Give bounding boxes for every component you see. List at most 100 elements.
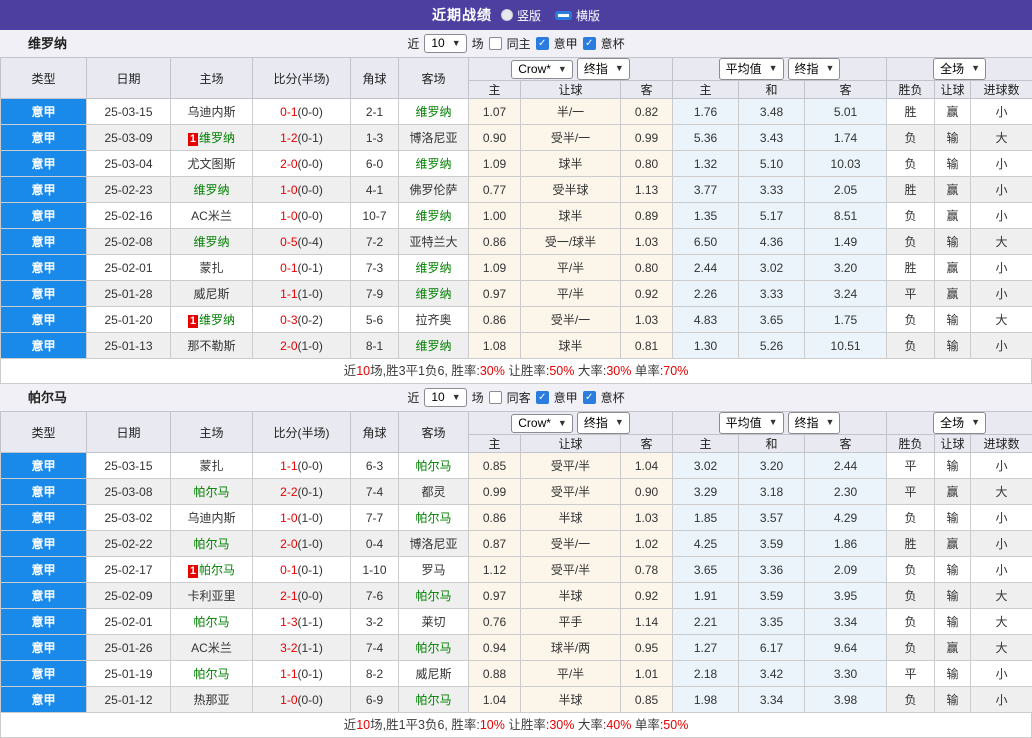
cell-home: 维罗纳 bbox=[171, 229, 253, 255]
cell-date: 25-02-01 bbox=[87, 609, 171, 635]
italy-cup-checkbox[interactable]: ✓ bbox=[583, 37, 596, 50]
average-select[interactable]: 平均值▼ bbox=[719, 412, 784, 434]
cell-handicap-result: 赢 bbox=[935, 255, 971, 281]
cell-handicap: 受半/一 bbox=[521, 307, 621, 333]
cell-avg-home: 3.29 bbox=[673, 479, 739, 505]
same-venue-checkbox[interactable] bbox=[489, 37, 502, 50]
cell-home: 乌迪内斯 bbox=[171, 505, 253, 531]
radio-selected-icon[interactable] bbox=[555, 11, 572, 20]
cell-away: 帕尔马 bbox=[399, 583, 469, 609]
cell-avg-away: 9.64 bbox=[805, 635, 887, 661]
summary-segment: 场,胜3平1负6, 胜率: bbox=[370, 364, 480, 378]
cell-score: 2-2(0-1) bbox=[253, 479, 351, 505]
cell-home: 帕尔马 bbox=[171, 609, 253, 635]
cell-corner: 1-3 bbox=[351, 125, 399, 151]
bookmaker-select[interactable]: Crow*▼ bbox=[511, 60, 573, 79]
cell-corner: 1-10 bbox=[351, 557, 399, 583]
cell-handicap-result: 输 bbox=[935, 661, 971, 687]
horizontal-layout-radio[interactable]: 横版 bbox=[555, 7, 600, 24]
cell-league: 意甲 bbox=[1, 609, 87, 635]
summary-segment: 50% bbox=[663, 718, 688, 732]
cell-result: 负 bbox=[887, 609, 935, 635]
cell-odds-away: 1.13 bbox=[621, 177, 673, 203]
cell-odds-home: 1.07 bbox=[469, 99, 521, 125]
summary-segment: 近 bbox=[344, 718, 357, 732]
vertical-layout-radio[interactable]: 竖版 bbox=[501, 7, 541, 24]
summary-segment: 单率: bbox=[631, 364, 663, 378]
chevron-down-icon: ▼ bbox=[452, 393, 461, 402]
cell-handicap-result: 输 bbox=[935, 229, 971, 255]
cell-odds-home: 0.97 bbox=[469, 583, 521, 609]
cell-odds-away: 1.04 bbox=[621, 453, 673, 479]
match-row: 意甲25-03-04尤文图斯2-0(0-0)6-0维罗纳1.09球半0.801.… bbox=[1, 151, 1032, 177]
cell-odds-home: 0.86 bbox=[469, 229, 521, 255]
cell-avg-away: 3.95 bbox=[805, 583, 887, 609]
odds-time-select[interactable]: 终指▼ bbox=[577, 412, 630, 434]
cell-date: 25-03-15 bbox=[87, 99, 171, 125]
cell-avg-home: 1.85 bbox=[673, 505, 739, 531]
match-row: 意甲25-03-091维罗纳1-2(0-1)1-3博洛尼亚0.90受半/一0.9… bbox=[1, 125, 1032, 151]
serie-a-checkbox[interactable]: ✓ bbox=[536, 37, 549, 50]
cell-odds-home: 0.85 bbox=[469, 453, 521, 479]
vertical-layout-label: 竖版 bbox=[517, 7, 541, 24]
match-row: 意甲25-03-02乌迪内斯1-0(1-0)7-7帕尔马0.86半球1.031.… bbox=[1, 505, 1032, 531]
scope-select[interactable]: 全场▼ bbox=[933, 58, 986, 80]
cell-league: 意甲 bbox=[1, 687, 87, 713]
cell-goals: 大 bbox=[971, 635, 1032, 661]
cell-odds-home: 1.09 bbox=[469, 255, 521, 281]
chevron-down-icon: ▼ bbox=[615, 418, 624, 427]
summary-segment: 30% bbox=[549, 718, 574, 732]
cell-score: 1-1(0-0) bbox=[253, 453, 351, 479]
odds-time-select[interactable]: 终指▼ bbox=[577, 58, 630, 80]
cell-odds-home: 0.86 bbox=[469, 505, 521, 531]
cell-home: 那不勒斯 bbox=[171, 333, 253, 359]
cell-avg-home: 3.02 bbox=[673, 453, 739, 479]
match-row: 意甲25-02-171帕尔马0-1(0-1)1-10罗马1.12受平/半0.78… bbox=[1, 557, 1032, 583]
parma-results-table: 类型 日期 主场 比分(半场) 角球 客场 Crow*▼终指▼ 平均值▼终指▼ … bbox=[0, 411, 1032, 713]
cell-corner: 7-4 bbox=[351, 635, 399, 661]
average-select[interactable]: 平均值▼ bbox=[719, 58, 784, 80]
serie-a-checkbox[interactable]: ✓ bbox=[536, 391, 549, 404]
cell-result: 胜 bbox=[887, 531, 935, 557]
chevron-down-icon: ▼ bbox=[615, 64, 624, 73]
cell-avg-away: 4.29 bbox=[805, 505, 887, 531]
cell-date: 25-02-08 bbox=[87, 229, 171, 255]
avg-time-select[interactable]: 终指▼ bbox=[788, 58, 841, 80]
matches-label: 场 bbox=[472, 35, 484, 52]
cell-handicap-result: 输 bbox=[935, 557, 971, 583]
rank-badge: 1 bbox=[188, 315, 198, 328]
cell-avg-home: 2.21 bbox=[673, 609, 739, 635]
same-venue-checkbox[interactable] bbox=[489, 391, 502, 404]
bookmaker-select[interactable]: Crow*▼ bbox=[511, 414, 573, 433]
cell-odds-away: 0.80 bbox=[621, 151, 673, 177]
match-row: 意甲25-02-23维罗纳1-0(0-0)4-1佛罗伦萨0.77受半球1.133… bbox=[1, 177, 1032, 203]
near-label: 近 bbox=[407, 389, 419, 406]
cell-avg-away: 2.44 bbox=[805, 453, 887, 479]
sub-header-guest: 客 bbox=[621, 435, 673, 453]
cell-odds-home: 1.04 bbox=[469, 687, 521, 713]
cell-league: 意甲 bbox=[1, 557, 87, 583]
matches-count-select[interactable]: 10▼ bbox=[424, 34, 466, 53]
summary-segment: 单率: bbox=[631, 718, 663, 732]
cell-odds-away: 0.81 bbox=[621, 333, 673, 359]
cell-handicap: 球半 bbox=[521, 333, 621, 359]
cell-goals: 小 bbox=[971, 151, 1032, 177]
cell-avg-away: 5.01 bbox=[805, 99, 887, 125]
cell-date: 25-02-23 bbox=[87, 177, 171, 203]
serie-a-label: 意甲 bbox=[554, 35, 578, 52]
cell-avg-home: 1.30 bbox=[673, 333, 739, 359]
cell-goals: 大 bbox=[971, 583, 1032, 609]
cell-result: 负 bbox=[887, 229, 935, 255]
avg-time-select[interactable]: 终指▼ bbox=[788, 412, 841, 434]
radio-icon[interactable] bbox=[501, 9, 513, 21]
matches-count-select[interactable]: 10▼ bbox=[424, 388, 466, 407]
scope-select[interactable]: 全场▼ bbox=[933, 412, 986, 434]
cell-goals: 小 bbox=[971, 255, 1032, 281]
match-row: 意甲25-02-16AC米兰1-0(0-0)10-7维罗纳1.00球半0.891… bbox=[1, 203, 1032, 229]
cell-avg-draw: 3.57 bbox=[739, 505, 805, 531]
cell-result: 负 bbox=[887, 583, 935, 609]
sub-header-handicap-result: 让球 bbox=[935, 81, 971, 99]
cell-result: 负 bbox=[887, 307, 935, 333]
cell-corner: 6-9 bbox=[351, 687, 399, 713]
italy-cup-checkbox[interactable]: ✓ bbox=[583, 391, 596, 404]
